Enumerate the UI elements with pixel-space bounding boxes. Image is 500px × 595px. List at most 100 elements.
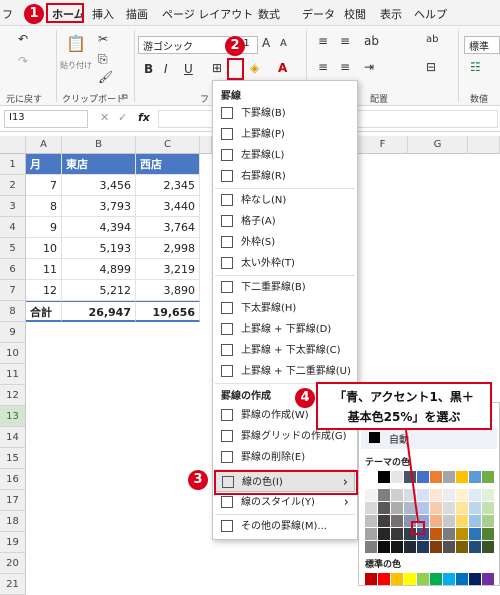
color-swatch[interactable] <box>443 502 455 514</box>
name-box[interactable]: I13 <box>4 110 88 128</box>
menu-item[interactable]: 格子(A) <box>215 211 355 232</box>
col-header-h[interactable] <box>468 136 500 154</box>
color-swatch[interactable] <box>469 489 481 501</box>
row-header[interactable]: 16 <box>0 469 26 490</box>
menu-item[interactable]: 右罫線(R) <box>215 166 355 187</box>
table-cell[interactable]: 9 <box>26 217 62 238</box>
table-cell[interactable]: 8 <box>26 196 62 217</box>
align-top-icon[interactable]: ≡ <box>318 34 328 48</box>
col-header-d[interactable] <box>200 136 212 154</box>
select-all[interactable] <box>0 136 26 154</box>
color-swatch[interactable] <box>430 515 442 527</box>
bold-button[interactable]: B <box>144 62 153 76</box>
tab-draw[interactable]: 描画 <box>126 6 148 22</box>
color-swatch[interactable] <box>404 541 416 553</box>
color-swatch[interactable] <box>482 502 494 514</box>
color-swatch[interactable] <box>456 471 468 483</box>
color-swatch[interactable] <box>391 573 403 585</box>
color-swatch[interactable] <box>482 471 494 483</box>
row-header[interactable]: 12 <box>0 385 26 406</box>
color-swatch[interactable] <box>365 573 377 585</box>
row-header[interactable]: 7 <box>0 280 26 301</box>
color-swatch[interactable] <box>391 541 403 553</box>
table-cell[interactable]: 3,456 <box>62 175 136 196</box>
table-cell[interactable]: 11 <box>26 259 62 280</box>
border-dropdown-highlight[interactable] <box>227 58 244 80</box>
color-swatch[interactable] <box>482 489 494 501</box>
color-swatch[interactable] <box>482 528 494 540</box>
color-swatch[interactable] <box>365 541 377 553</box>
color-swatch[interactable] <box>443 471 455 483</box>
color-swatch[interactable] <box>417 573 429 585</box>
table-cell[interactable]: 2,998 <box>136 238 200 259</box>
color-swatch[interactable] <box>456 541 468 553</box>
font-color-icon[interactable]: A <box>278 61 287 75</box>
menu-item[interactable]: 左罫線(L) <box>215 145 355 166</box>
table-header-cell[interactable]: 西店 <box>136 154 200 175</box>
undo-icon[interactable]: ↶ <box>18 32 28 46</box>
menu-item[interactable]: 罫線の削除(E) <box>215 447 355 468</box>
currency-icon[interactable]: ☷ <box>470 60 481 74</box>
table-cell[interactable]: 10 <box>26 238 62 259</box>
menu-item[interactable]: 下太罫線(H) <box>215 298 355 319</box>
col-header-a[interactable]: A <box>26 136 62 154</box>
color-swatch[interactable] <box>456 528 468 540</box>
color-swatch[interactable] <box>469 573 481 585</box>
row-header[interactable]: 1 <box>0 154 26 175</box>
color-swatch[interactable] <box>456 573 468 585</box>
shrink-font-button[interactable]: A <box>280 38 287 49</box>
wrap-text-icon[interactable]: ab <box>426 34 438 45</box>
row-header[interactable]: 4 <box>0 217 26 238</box>
row-header[interactable]: 8 <box>0 301 26 322</box>
table-cell[interactable]: 5,212 <box>62 280 136 301</box>
align-middle-icon[interactable]: ≡ <box>340 34 350 48</box>
align-center-icon[interactable]: ≡ <box>340 60 350 74</box>
color-swatch[interactable] <box>430 502 442 514</box>
color-swatch[interactable] <box>469 471 481 483</box>
row-header[interactable]: 21 <box>0 574 26 595</box>
orientation-icon[interactable]: ab <box>364 34 379 48</box>
table-cell[interactable]: 3,890 <box>136 280 200 301</box>
color-swatch[interactable] <box>378 573 390 585</box>
table-cell[interactable]: 7 <box>26 175 62 196</box>
row-header[interactable]: 11 <box>0 364 26 385</box>
row-header[interactable]: 3 <box>0 196 26 217</box>
merge-icon[interactable]: ⊟ <box>426 60 436 74</box>
color-swatch[interactable] <box>469 515 481 527</box>
border-icon[interactable]: ⊞ <box>212 61 222 75</box>
color-swatch[interactable] <box>469 541 481 553</box>
color-swatch[interactable] <box>430 471 442 483</box>
paste-icon[interactable]: 📋 <box>66 34 86 53</box>
col-header-f[interactable]: F <box>358 136 408 154</box>
color-swatch[interactable] <box>443 515 455 527</box>
row-header[interactable]: 17 <box>0 490 26 511</box>
table-total-cell[interactable]: 合計 <box>26 301 62 322</box>
tab-data[interactable]: データ <box>302 6 335 22</box>
col-header-c[interactable]: C <box>136 136 200 154</box>
menu-item[interactable]: 外枠(S) <box>215 232 355 253</box>
row-header[interactable]: 13 <box>0 406 26 427</box>
color-swatch[interactable] <box>469 528 481 540</box>
row-header[interactable]: 2 <box>0 175 26 196</box>
menu-item[interactable]: 線のスタイル(Y) › <box>215 492 355 513</box>
redo-icon[interactable]: ↷ <box>18 54 28 68</box>
number-format-box[interactable]: 標準 <box>464 36 500 54</box>
row-header[interactable]: 14 <box>0 427 26 448</box>
color-swatch[interactable] <box>482 573 494 585</box>
cut-icon[interactable]: ✂ <box>98 32 108 46</box>
tab-insert[interactable]: 挿入 <box>92 6 114 22</box>
color-swatch[interactable] <box>404 573 416 585</box>
copy-icon[interactable]: ⎘ <box>98 52 108 67</box>
menu-item[interactable]: 上罫線 + 下二重罫線(U) <box>215 361 355 382</box>
tab-review[interactable]: 校閲 <box>344 6 366 22</box>
color-swatch[interactable] <box>456 489 468 501</box>
color-swatch[interactable] <box>443 528 455 540</box>
table-cell[interactable]: 4,899 <box>62 259 136 280</box>
tab-view[interactable]: 表示 <box>380 6 402 22</box>
table-cell[interactable]: 3,219 <box>136 259 200 280</box>
table-cell[interactable]: 4,394 <box>62 217 136 238</box>
table-cell[interactable]: 3,440 <box>136 196 200 217</box>
color-swatch[interactable] <box>456 502 468 514</box>
color-swatch[interactable] <box>469 502 481 514</box>
color-swatch[interactable] <box>443 541 455 553</box>
